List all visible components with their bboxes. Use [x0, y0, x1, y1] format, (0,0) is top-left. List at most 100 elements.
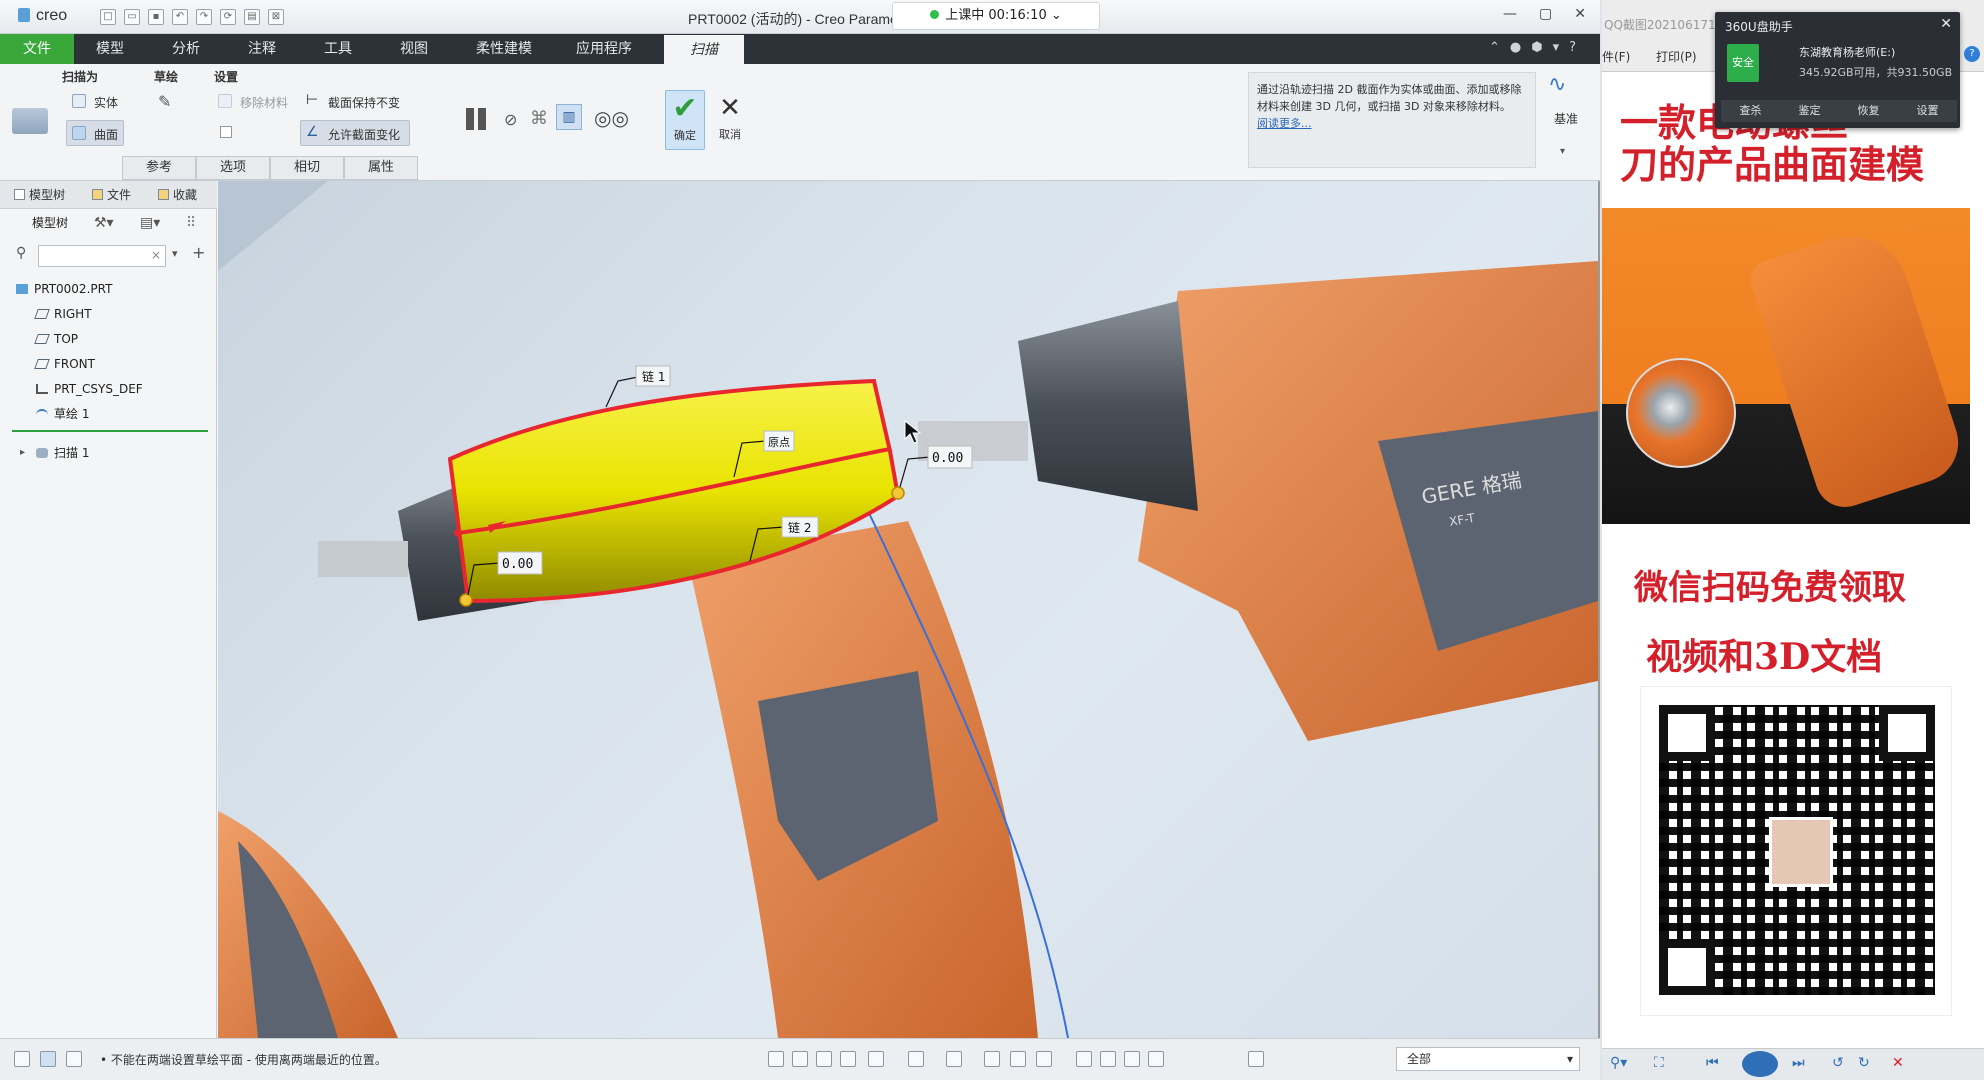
tree-item-front[interactable]: FRONT [0, 352, 217, 376]
add-filter-icon[interactable]: + [192, 243, 205, 262]
verify-glasses-icon[interactable]: ◎◎ [594, 106, 629, 130]
constant-section-icon[interactable]: ⊢ [306, 92, 322, 108]
zoom-in-icon[interactable] [792, 1051, 808, 1067]
next-icon[interactable]: ⏭ [1792, 1055, 1805, 1071]
maximize-button[interactable]: ▢ [1539, 6, 1552, 22]
identify-button[interactable]: 鉴定 [1799, 100, 1821, 122]
datum-icon[interactable]: ∿ [1548, 72, 1566, 97]
datum-display-icon[interactable] [1036, 1051, 1052, 1067]
zoom-out-icon[interactable] [816, 1051, 832, 1067]
tab-tangency[interactable]: 相切 [270, 156, 344, 180]
tab-model-tree[interactable]: 模型树 [14, 186, 65, 203]
delete-icon[interactable]: ✕ [1892, 1055, 1904, 1071]
menu-file-print[interactable]: 件(F) [1602, 48, 1630, 65]
no-preview-icon[interactable]: ⊘ [504, 110, 517, 129]
menu-tools[interactable]: 工具 [308, 34, 368, 64]
view-manager-icon[interactable] [946, 1051, 962, 1067]
confirm-button[interactable]: ✔ 确定 [665, 90, 705, 150]
pause-icon[interactable] [466, 108, 474, 130]
slideshow-button[interactable] [1742, 1051, 1778, 1077]
sweep-type-icon[interactable] [12, 108, 48, 134]
undo-icon[interactable]: ↶ [172, 9, 188, 25]
tree-item-sweep[interactable]: ▸ 扫描 1 [0, 441, 217, 465]
tab-options[interactable]: 选项 [196, 156, 270, 180]
preview-feature-icon[interactable]: ▥ [556, 104, 582, 130]
solid-label[interactable]: 实体 [94, 94, 118, 111]
open-file-icon[interactable]: ▭ [124, 9, 140, 25]
menu-file[interactable]: 文件 [0, 34, 74, 64]
menu-model[interactable]: 模型 [80, 34, 140, 64]
search-dropdown-icon[interactable]: ▾ [172, 247, 178, 260]
menu-annotate[interactable]: 注释 [232, 34, 292, 64]
chevron-down-icon[interactable]: ▾ [1560, 146, 1565, 157]
csys-display-icon[interactable] [1124, 1051, 1140, 1067]
menu-applications[interactable]: 应用程序 [560, 34, 648, 64]
cancel-button[interactable]: ✕ 取消 [710, 90, 750, 150]
spin-center-icon[interactable] [1100, 1051, 1116, 1067]
viewer-tab[interactable]: QQ截图2021061716 [1604, 16, 1723, 33]
tree-item-part[interactable]: PRT0002.PRT [0, 277, 217, 301]
previous-icon[interactable]: ⏮ [1706, 1055, 1719, 1071]
clear-icon[interactable]: × [151, 248, 161, 262]
zoom-icon[interactable]: ⚲▾ [1610, 1055, 1627, 1071]
ribbon-controls[interactable]: ⌃●⬢▾? [1489, 40, 1586, 55]
solid-icon[interactable] [72, 94, 86, 108]
redo-icon[interactable]: ↷ [196, 9, 212, 25]
full-screen-icon[interactable] [66, 1051, 82, 1067]
repaint-icon[interactable] [840, 1051, 856, 1067]
rotate-right-icon[interactable]: ↻ [1858, 1055, 1870, 1071]
tree-filter-icon[interactable]: ⠿ [186, 211, 196, 235]
rotate-left-icon[interactable]: ↺ [1832, 1055, 1844, 1071]
show-browser-icon[interactable] [40, 1051, 56, 1067]
menu-print[interactable]: 打印(P) [1656, 48, 1697, 65]
settings-button[interactable]: 设置 [1917, 100, 1939, 122]
menu-flexible-modeling[interactable]: 柔性建模 [460, 34, 548, 64]
menu-analysis[interactable]: 分析 [156, 34, 216, 64]
tree-item-top[interactable]: TOP [0, 327, 217, 351]
close-button[interactable]: ✕ [1574, 6, 1586, 22]
tab-favorites[interactable]: 收藏 [158, 186, 197, 203]
tree-item-sketch[interactable]: 草绘 1 [0, 402, 217, 426]
saved-views-icon[interactable] [908, 1051, 924, 1067]
scan-button[interactable]: 查杀 [1740, 100, 1762, 122]
section-icon[interactable] [984, 1051, 1000, 1067]
class-timer[interactable]: 上课中 00:16:10 ⌄ [892, 2, 1100, 30]
tab-references[interactable]: 参考 [122, 156, 196, 180]
annotation-display-icon[interactable] [1076, 1051, 1092, 1067]
right-endpoint-handle[interactable] [891, 486, 905, 500]
constant-section-label[interactable]: 截面保持不变 [328, 94, 400, 111]
menu-view[interactable]: 视图 [384, 34, 444, 64]
new-file-icon[interactable]: □ [100, 9, 116, 25]
tree-columns-icon[interactable]: ▤▾ [140, 211, 160, 235]
popup-close-button[interactable]: ✕ [1940, 16, 1952, 32]
minimize-button[interactable]: — [1503, 6, 1517, 22]
display-style-icon[interactable] [868, 1051, 884, 1067]
show-navigator-icon[interactable] [14, 1051, 30, 1067]
tab-properties[interactable]: 属性 [344, 156, 418, 180]
datum-label[interactable]: 基准 [1554, 110, 1578, 127]
close-window-icon[interactable]: ⊠ [268, 9, 284, 25]
read-more-link[interactable]: 阅读更多... [1257, 117, 1312, 130]
sketch-edit-icon[interactable]: ✎ [158, 92, 176, 111]
save-icon[interactable]: ▪ [148, 9, 164, 25]
graphics-viewport[interactable]: GERE 格瑞 XF-T 链 1 原点 链 2 0.00 0.00 [218, 181, 1598, 1038]
help-icon[interactable]: ? [1964, 46, 1980, 62]
tree-item-csys[interactable]: PRT_CSYS_DEF [0, 377, 217, 401]
left-endpoint-handle[interactable] [459, 593, 473, 607]
tab-folder-browser[interactable]: 文件 [92, 186, 131, 203]
find-icon[interactable] [1248, 1051, 1264, 1067]
regenerate-icon[interactable]: ⟳ [220, 9, 236, 25]
fit-icon[interactable]: ⛶ [1654, 1055, 1664, 1071]
windows-icon[interactable]: ▤ [244, 9, 260, 25]
point-display-icon[interactable] [1148, 1051, 1164, 1067]
search-input[interactable]: × [38, 245, 166, 267]
perspective-icon[interactable] [1010, 1051, 1026, 1067]
selection-filter-select[interactable]: 全部 ▾ [1396, 1047, 1580, 1071]
start-point[interactable] [454, 529, 462, 537]
insert-here-line[interactable] [12, 430, 208, 432]
restore-button[interactable]: 恢复 [1858, 100, 1880, 122]
tree-settings-icon[interactable]: ⚒▾ [94, 211, 114, 235]
tree-item-right[interactable]: RIGHT [0, 302, 217, 326]
tab-sweep[interactable]: 扫描 [664, 35, 744, 64]
refit-icon[interactable] [768, 1051, 784, 1067]
